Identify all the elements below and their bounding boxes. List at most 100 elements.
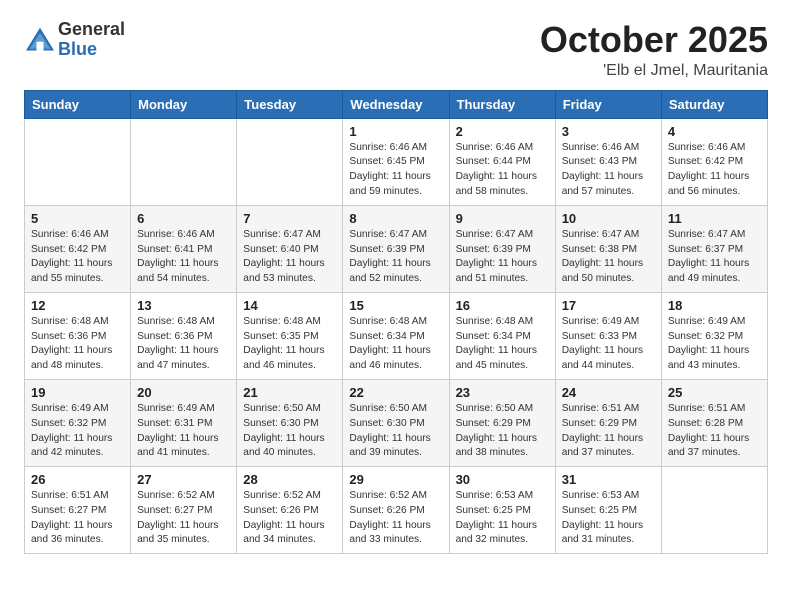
day-info: Sunrise: 6:46 AM Sunset: 6:43 PM Dayligh…	[562, 141, 655, 200]
day-number: 11	[668, 211, 761, 226]
day-info: Sunrise: 6:47 AM Sunset: 6:40 PM Dayligh…	[243, 228, 336, 287]
calendar-cell: 9 Sunrise: 6:47 AM Sunset: 6:39 PM Daylig…	[449, 205, 555, 292]
day-info: Sunrise: 6:48 AM Sunset: 6:35 PM Dayligh…	[243, 315, 336, 374]
calendar-cell: 11Sunrise: 6:47 AM Sunset: 6:37 PM Dayli…	[661, 205, 767, 292]
day-number: 1	[349, 124, 442, 139]
logo-blue: Blue	[58, 40, 125, 60]
calendar-cell: 1 Sunrise: 6:46 AM Sunset: 6:45 PM Daylig…	[343, 118, 449, 205]
calendar-cell: 21 Sunrise: 6:50 AM Sunset: 6:30 PM Dayli…	[237, 379, 343, 466]
calendar-cell: 12 Sunrise: 6:48 AM Sunset: 6:36 PM Dayli…	[25, 292, 131, 379]
day-info: Sunrise: 6:46 AM Sunset: 6:45 PM Dayligh…	[349, 141, 442, 200]
day-number: 21	[243, 385, 336, 400]
day-info: Sunrise: 6:50 AM Sunset: 6:30 PM Dayligh…	[349, 402, 442, 461]
page: General Blue October 2025 'Elb el Jmel, …	[0, 0, 792, 574]
calendar-cell: 6Sunrise: 6:46 AM Sunset: 6:41 PM Daylig…	[131, 205, 237, 292]
calendar-cell	[25, 118, 131, 205]
calendar-header-friday: Friday	[555, 90, 661, 118]
calendar-cell: 8 Sunrise: 6:47 AM Sunset: 6:39 PM Daylig…	[343, 205, 449, 292]
day-info: Sunrise: 6:47 AM Sunset: 6:38 PM Dayligh…	[562, 228, 655, 287]
day-info: Sunrise: 6:48 AM Sunset: 6:34 PM Dayligh…	[349, 315, 442, 374]
calendar-cell: 3Sunrise: 6:46 AM Sunset: 6:43 PM Daylig…	[555, 118, 661, 205]
day-number: 8	[349, 211, 442, 226]
day-info: Sunrise: 6:51 AM Sunset: 6:28 PM Dayligh…	[668, 402, 761, 461]
calendar-cell: 15 Sunrise: 6:48 AM Sunset: 6:34 PM Dayli…	[343, 292, 449, 379]
header: General Blue October 2025 'Elb el Jmel, …	[24, 20, 768, 80]
calendar-cell: 29Sunrise: 6:52 AM Sunset: 6:26 PM Dayli…	[343, 467, 449, 554]
calendar-week-row: 19Sunrise: 6:49 AM Sunset: 6:32 PM Dayli…	[25, 379, 768, 466]
day-number: 10	[562, 211, 655, 226]
calendar-header-saturday: Saturday	[661, 90, 767, 118]
calendar-table: SundayMondayTuesdayWednesdayThursdayFrid…	[24, 90, 768, 555]
day-info: Sunrise: 6:52 AM Sunset: 6:27 PM Dayligh…	[137, 489, 230, 548]
day-number: 26	[31, 472, 124, 487]
calendar-cell: 2 Sunrise: 6:46 AM Sunset: 6:44 PM Daylig…	[449, 118, 555, 205]
day-number: 2	[456, 124, 549, 139]
day-number: 20	[137, 385, 230, 400]
day-info: Sunrise: 6:52 AM Sunset: 6:26 PM Dayligh…	[349, 489, 442, 548]
day-info: Sunrise: 6:49 AM Sunset: 6:33 PM Dayligh…	[562, 315, 655, 374]
day-info: Sunrise: 6:50 AM Sunset: 6:29 PM Dayligh…	[456, 402, 549, 461]
day-number: 27	[137, 472, 230, 487]
day-number: 9	[456, 211, 549, 226]
day-info: Sunrise: 6:46 AM Sunset: 6:41 PM Dayligh…	[137, 228, 230, 287]
day-number: 15	[349, 298, 442, 313]
title-block: October 2025 'Elb el Jmel, Mauritania	[540, 20, 768, 80]
day-info: Sunrise: 6:51 AM Sunset: 6:27 PM Dayligh…	[31, 489, 124, 548]
calendar-header-wednesday: Wednesday	[343, 90, 449, 118]
calendar-header-tuesday: Tuesday	[237, 90, 343, 118]
calendar-cell: 4Sunrise: 6:46 AM Sunset: 6:42 PM Daylig…	[661, 118, 767, 205]
location: 'Elb el Jmel, Mauritania	[540, 62, 768, 80]
calendar-cell: 17Sunrise: 6:49 AM Sunset: 6:33 PM Dayli…	[555, 292, 661, 379]
calendar-header-row: SundayMondayTuesdayWednesdayThursdayFrid…	[25, 90, 768, 118]
day-number: 18	[668, 298, 761, 313]
logo-general: General	[58, 20, 125, 40]
day-info: Sunrise: 6:49 AM Sunset: 6:32 PM Dayligh…	[668, 315, 761, 374]
calendar-cell: 25 Sunrise: 6:51 AM Sunset: 6:28 PM Dayli…	[661, 379, 767, 466]
calendar-week-row: 26 Sunrise: 6:51 AM Sunset: 6:27 PM Dayli…	[25, 467, 768, 554]
calendar-week-row: 5Sunrise: 6:46 AM Sunset: 6:42 PM Daylig…	[25, 205, 768, 292]
calendar-cell: 5Sunrise: 6:46 AM Sunset: 6:42 PM Daylig…	[25, 205, 131, 292]
calendar-header-thursday: Thursday	[449, 90, 555, 118]
day-number: 12	[31, 298, 124, 313]
calendar-cell: 26 Sunrise: 6:51 AM Sunset: 6:27 PM Dayli…	[25, 467, 131, 554]
calendar-cell: 23 Sunrise: 6:50 AM Sunset: 6:29 PM Dayli…	[449, 379, 555, 466]
day-info: Sunrise: 6:51 AM Sunset: 6:29 PM Dayligh…	[562, 402, 655, 461]
calendar-cell: 22 Sunrise: 6:50 AM Sunset: 6:30 PM Dayli…	[343, 379, 449, 466]
month-title: October 2025	[540, 20, 768, 60]
day-number: 28	[243, 472, 336, 487]
day-info: Sunrise: 6:47 AM Sunset: 6:39 PM Dayligh…	[349, 228, 442, 287]
day-number: 7	[243, 211, 336, 226]
day-number: 25	[668, 385, 761, 400]
day-info: Sunrise: 6:47 AM Sunset: 6:39 PM Dayligh…	[456, 228, 549, 287]
calendar-header-monday: Monday	[131, 90, 237, 118]
day-info: Sunrise: 6:48 AM Sunset: 6:34 PM Dayligh…	[456, 315, 549, 374]
calendar-cell: 31Sunrise: 6:53 AM Sunset: 6:25 PM Dayli…	[555, 467, 661, 554]
day-info: Sunrise: 6:52 AM Sunset: 6:26 PM Dayligh…	[243, 489, 336, 548]
day-info: Sunrise: 6:46 AM Sunset: 6:42 PM Dayligh…	[31, 228, 124, 287]
calendar-cell: 16 Sunrise: 6:48 AM Sunset: 6:34 PM Dayli…	[449, 292, 555, 379]
day-info: Sunrise: 6:46 AM Sunset: 6:42 PM Dayligh…	[668, 141, 761, 200]
calendar-cell: 10 Sunrise: 6:47 AM Sunset: 6:38 PM Dayli…	[555, 205, 661, 292]
day-info: Sunrise: 6:48 AM Sunset: 6:36 PM Dayligh…	[137, 315, 230, 374]
calendar-week-row: 1 Sunrise: 6:46 AM Sunset: 6:45 PM Daylig…	[25, 118, 768, 205]
logo-icon	[24, 26, 56, 54]
day-number: 24	[562, 385, 655, 400]
day-number: 23	[456, 385, 549, 400]
calendar-cell: 7 Sunrise: 6:47 AM Sunset: 6:40 PM Daylig…	[237, 205, 343, 292]
calendar-cell: 28 Sunrise: 6:52 AM Sunset: 6:26 PM Dayli…	[237, 467, 343, 554]
day-number: 16	[456, 298, 549, 313]
logo: General Blue	[24, 20, 125, 60]
calendar-cell: 27 Sunrise: 6:52 AM Sunset: 6:27 PM Dayli…	[131, 467, 237, 554]
calendar-cell: 30Sunrise: 6:53 AM Sunset: 6:25 PM Dayli…	[449, 467, 555, 554]
day-number: 31	[562, 472, 655, 487]
day-number: 22	[349, 385, 442, 400]
calendar-header-sunday: Sunday	[25, 90, 131, 118]
day-number: 19	[31, 385, 124, 400]
day-info: Sunrise: 6:53 AM Sunset: 6:25 PM Dayligh…	[456, 489, 549, 548]
day-info: Sunrise: 6:46 AM Sunset: 6:44 PM Dayligh…	[456, 141, 549, 200]
calendar-cell: 14Sunrise: 6:48 AM Sunset: 6:35 PM Dayli…	[237, 292, 343, 379]
day-info: Sunrise: 6:50 AM Sunset: 6:30 PM Dayligh…	[243, 402, 336, 461]
calendar-cell: 13Sunrise: 6:48 AM Sunset: 6:36 PM Dayli…	[131, 292, 237, 379]
calendar-cell	[661, 467, 767, 554]
day-info: Sunrise: 6:48 AM Sunset: 6:36 PM Dayligh…	[31, 315, 124, 374]
